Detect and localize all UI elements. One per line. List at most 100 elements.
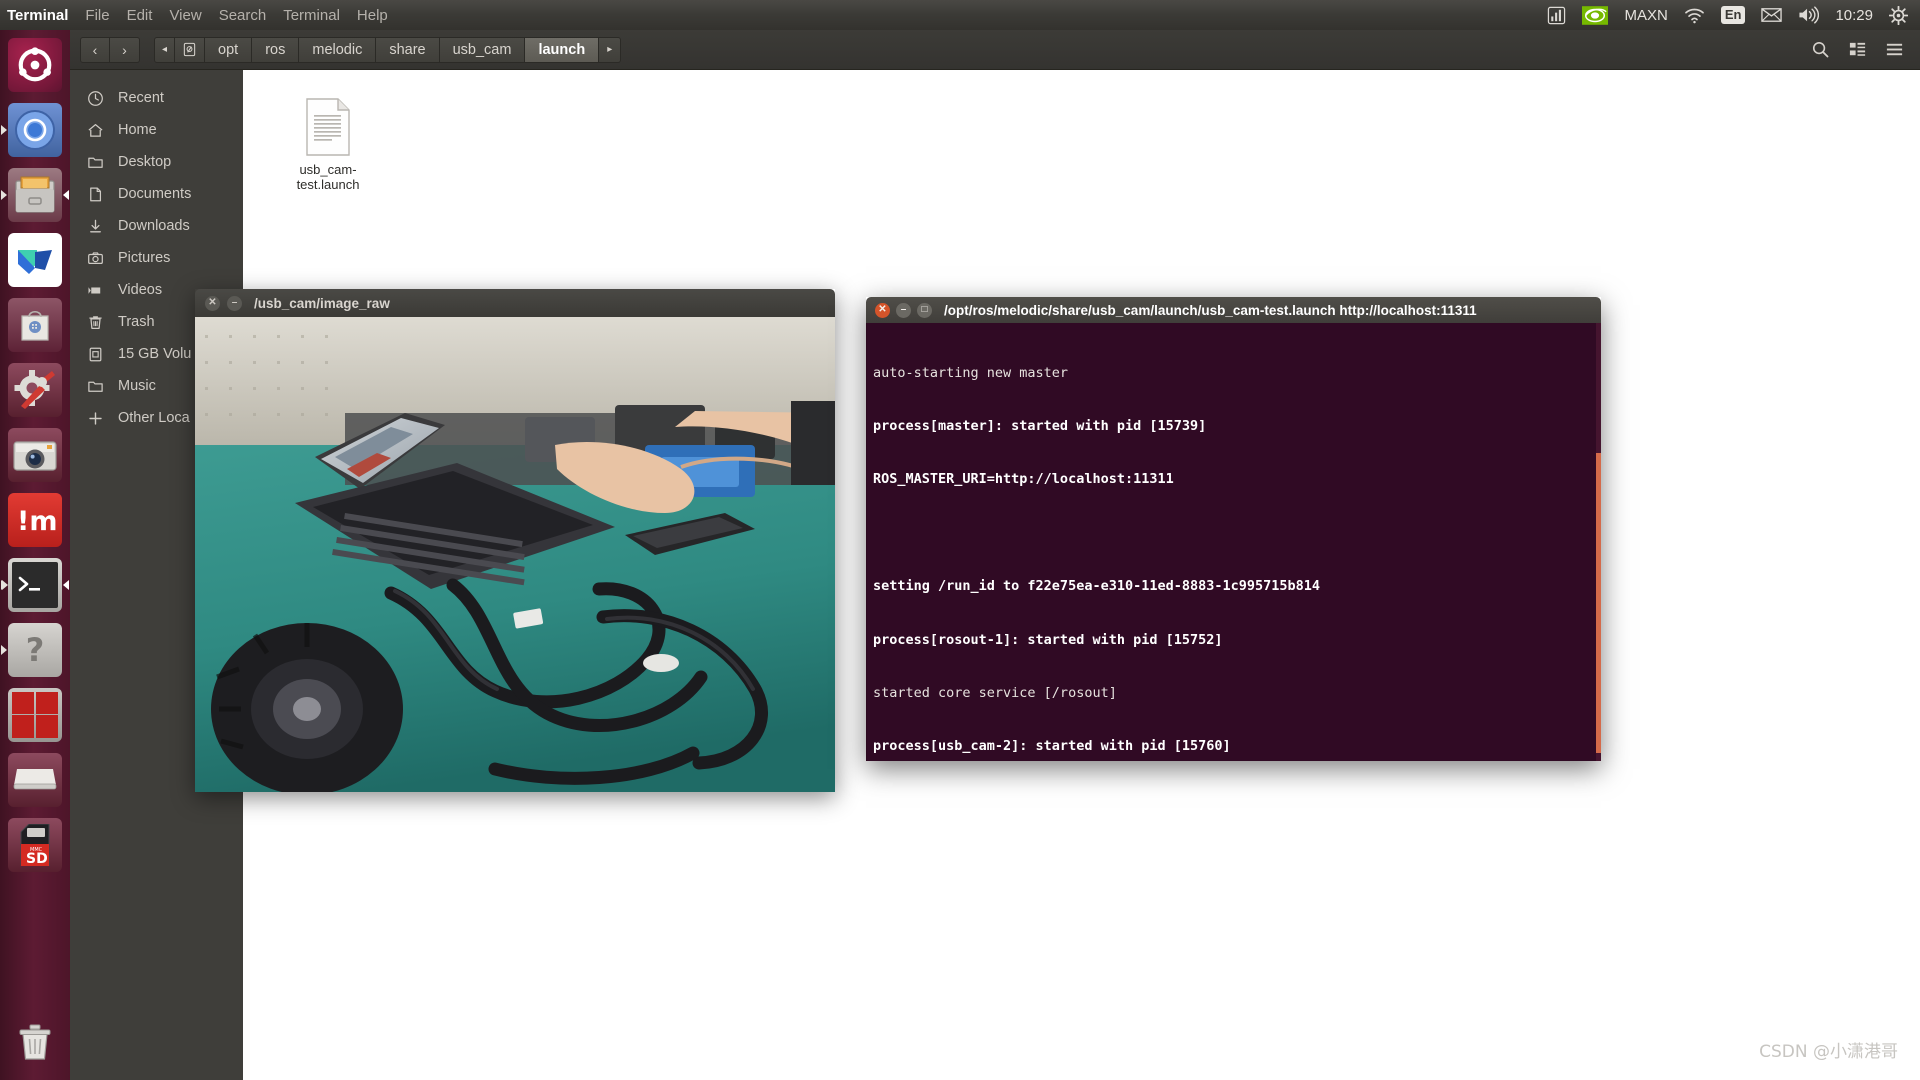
image-viewer-titlebar[interactable]: ✕ – /usb_cam/image_raw [195,289,835,317]
sidebar-item-label: Desktop [118,154,172,170]
launcher-item-chromium[interactable] [0,97,70,162]
focused-indicator-icon [63,189,69,200]
volume-icon[interactable] [1798,6,1820,24]
file-item-label: usb_cam-test.launch [296,162,360,192]
clock-icon [86,89,104,107]
view-grid-icon[interactable] [1848,40,1867,59]
trash-icon [86,313,104,331]
launcher-item-terminal[interactable] [0,552,70,617]
terminal-line: auto-starting new master [873,364,1069,381]
sidebar-item-downloads[interactable]: Downloads [70,210,243,242]
launcher-item-camera[interactable] [0,422,70,487]
terminal-scrollbar[interactable] [1596,323,1601,761]
device-icon [183,42,196,57]
sidebar-item-label: Home [118,122,157,138]
running-indicator-icon [1,644,7,655]
system-tray: MAXN En 10:29 [1547,5,1920,25]
nvidia-icon[interactable] [1582,5,1609,25]
download-icon [86,217,104,235]
system-monitor-icon[interactable] [1547,6,1566,25]
terminal-line: started core service [/rosout] [873,684,1117,701]
launcher-item-ubuntu-software[interactable] [0,292,70,357]
terminal-titlebar[interactable]: ✕ – □ /opt/ros/melodic/share/usb_cam/lau… [866,297,1601,323]
svg-text:SD: SD [26,851,48,866]
sidebar-item-home[interactable]: Home [70,114,243,146]
folder-icon [86,377,104,395]
launcher-item-disk[interactable] [0,747,70,812]
sidebar-item-label: Recent [118,90,164,106]
chromium-icon [15,109,55,150]
power-mode-label[interactable]: MAXN [1624,7,1667,24]
sidebar-item-label: Downloads [118,218,190,234]
question-mark-icon: ? [25,630,45,669]
disk-drive-icon [13,768,57,789]
navigation-buttons: ‹ › [80,36,140,63]
breadcrumb-scroll-right[interactable]: ▸ [599,36,622,63]
close-icon[interactable]: ✕ [875,302,890,318]
menu-item-terminal[interactable]: Terminal [283,7,340,24]
forward-button[interactable]: › [110,36,140,63]
sidebar-item-label: Other Loca [118,410,190,426]
terminal-line: process[rosout-1]: started with pid [157… [873,631,1223,648]
terminal-window: ✕ – □ /opt/ros/melodic/share/usb_cam/lau… [866,297,1601,761]
running-indicator-icon [1,189,7,200]
camera-image-canvas [195,317,835,792]
search-icon[interactable] [1811,40,1830,59]
breadcrumb-item-usb-cam[interactable]: usb_cam [439,36,526,63]
launcher-item-sd-card[interactable]: SD MMC [0,812,70,877]
running-indicator-icon [1,579,8,590]
maximize-icon[interactable]: □ [917,302,932,318]
minimize-icon[interactable]: – [896,302,911,318]
terminal-title: /opt/ros/melodic/share/usb_cam/launch/us… [944,302,1477,318]
plus-icon [86,409,104,427]
running-indicator-icon [1,124,7,135]
hamburger-menu-icon[interactable] [1885,40,1904,59]
mail-icon[interactable] [1761,7,1783,23]
drive-icon [86,345,104,363]
sidebar-item-desktop[interactable]: Desktop [70,146,243,178]
breadcrumb-item-ros[interactable]: ros [252,36,300,63]
image-viewer-icon [18,249,52,274]
breadcrumb-item-melodic[interactable]: melodic [299,36,377,63]
breadcrumb-item-opt[interactable]: opt [205,36,253,63]
launcher-item-help[interactable]: ? [0,617,70,682]
file-cabinet-icon [15,176,55,213]
breadcrumb-item-launch[interactable]: launch [525,36,600,63]
back-button[interactable]: ‹ [80,36,110,63]
gear-icon[interactable] [1889,5,1908,25]
menu-item-file[interactable]: File [85,7,109,24]
clock[interactable]: 10:29 [1835,7,1873,24]
launcher-item-files[interactable] [0,162,70,227]
file-item-usb-cam-test-launch[interactable]: usb_cam-test.launch [273,98,383,192]
svg-text:!m: !m [17,506,56,537]
menu-item-help[interactable]: Help [357,7,388,24]
sidebar-item-label: Videos [118,282,163,298]
global-menu: Terminal File Edit View Search Terminal … [0,7,388,24]
image-viewer-window: ✕ – /usb_cam/image_raw [195,289,835,792]
menu-item-view[interactable]: View [169,7,201,24]
terminal-output[interactable]: auto-starting new master process[master]… [866,323,1601,761]
breadcrumb-item-share[interactable]: share [376,36,440,63]
launcher-item-ubuntu-dash[interactable] [0,32,70,97]
watermark: CSDN @小潇港哥 [1759,1042,1898,1062]
sidebar-item-documents[interactable]: Documents [70,178,243,210]
terminal-scrollbar-thumb[interactable] [1596,453,1601,753]
menu-item-search[interactable]: Search [219,7,267,24]
camera-scene [195,317,835,792]
sidebar-item-label: Pictures [118,250,171,266]
launcher-item-system-settings[interactable] [0,357,70,422]
launcher-item-imagemagick[interactable]: !m [0,487,70,552]
sidebar-item-recent[interactable]: Recent [70,82,243,114]
launcher-item-nomacs[interactable] [0,227,70,292]
menu-item-edit[interactable]: Edit [127,7,153,24]
close-icon[interactable]: ✕ [205,295,220,311]
breadcrumb-scroll-left[interactable]: ◂ [154,36,176,63]
launcher-item-trash[interactable] [0,1009,70,1074]
keyboard-layout-indicator[interactable]: En [1720,6,1746,24]
wifi-icon[interactable] [1684,7,1705,24]
sidebar-item-pictures[interactable]: Pictures [70,242,243,274]
app-menu-title[interactable]: Terminal [7,7,68,24]
breadcrumb-device-icon[interactable] [175,36,206,63]
launcher-item-terminator[interactable] [0,682,70,747]
minimize-icon[interactable]: – [227,295,242,311]
